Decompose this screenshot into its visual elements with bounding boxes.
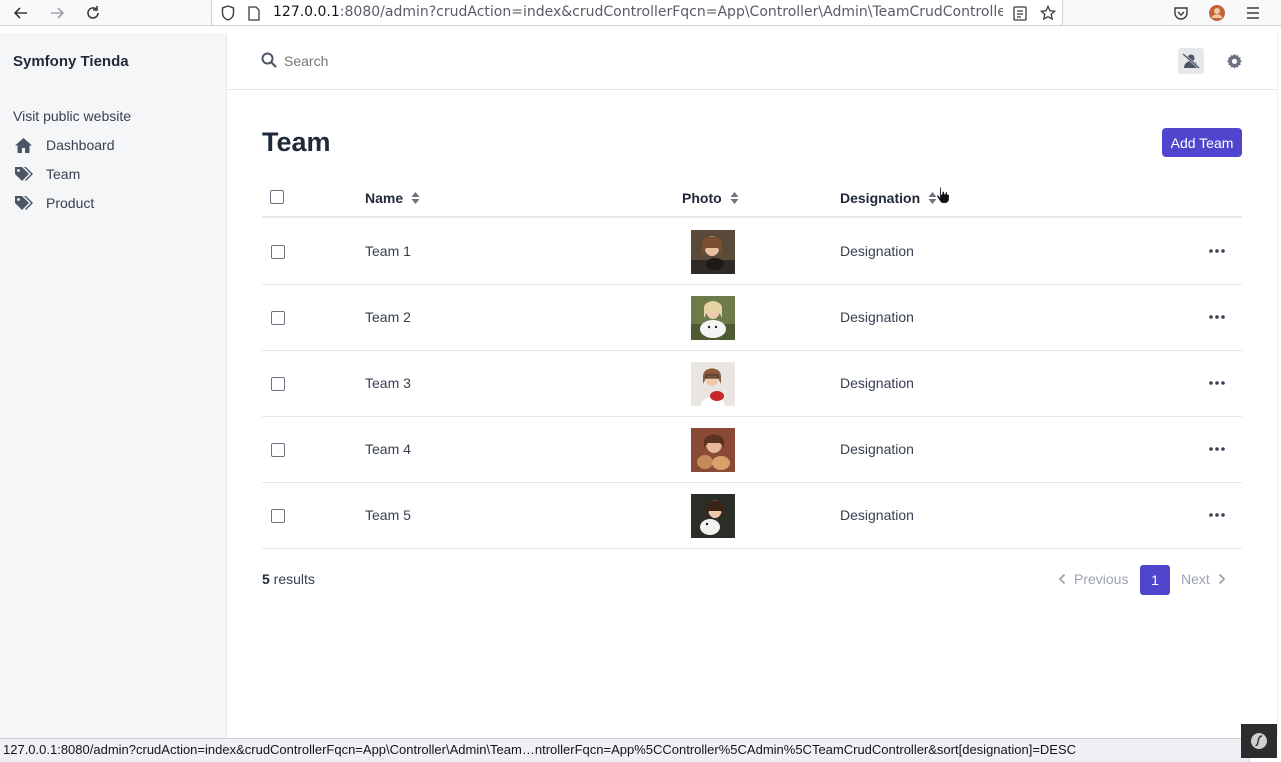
row-checkbox[interactable] [271, 245, 285, 259]
url-path: :8080/admin?crudAction=index&crudControl… [339, 4, 1003, 20]
sidebar-item-dashboard[interactable]: Dashboard [13, 134, 115, 156]
search-input[interactable] [284, 49, 684, 73]
select-all-checkbox[interactable] [270, 190, 284, 204]
page-icon[interactable] [245, 4, 263, 22]
team-name: Team 3 [365, 375, 411, 391]
hamburger-menu-icon[interactable] [1242, 2, 1264, 24]
hand-cursor-icon [935, 185, 951, 205]
tags-icon [13, 164, 33, 184]
sidebar: Symfony Tienda Visit public website Dash… [0, 33, 227, 738]
ellipsis-icon [1209, 447, 1225, 451]
row-checkbox[interactable] [271, 377, 285, 391]
sort-icon [411, 192, 420, 204]
gear-icon [1226, 53, 1242, 69]
row-checkbox[interactable] [271, 311, 285, 325]
chevron-right-icon [1218, 573, 1226, 585]
back-arrow-icon[interactable] [10, 2, 32, 24]
team-photo[interactable] [691, 362, 735, 406]
account-avatar-icon[interactable] [1206, 2, 1228, 24]
sidebar-item-label: Team [46, 166, 81, 182]
sort-icon [730, 192, 739, 204]
add-team-button[interactable]: Add Team [1162, 128, 1242, 157]
team-designation: Designation [840, 309, 914, 325]
pagination-previous[interactable]: Previous [1058, 571, 1128, 587]
reader-mode-icon[interactable] [1011, 4, 1029, 22]
visit-public-website-link[interactable]: Visit public website [13, 108, 131, 124]
sidebar-item-product[interactable]: Product [13, 192, 94, 214]
sidebar-item-team[interactable]: Team [13, 163, 80, 185]
sidebar-item-label: Product [46, 195, 95, 211]
ellipsis-icon [1209, 249, 1225, 253]
team-photo[interactable] [691, 428, 735, 472]
ellipsis-icon [1209, 315, 1225, 319]
results-number: 5 [262, 571, 270, 587]
bookmark-star-icon[interactable] [1039, 4, 1057, 22]
column-header-designation[interactable]: Designation [840, 190, 937, 206]
symfony-debug-toolbar-toggle[interactable] [1241, 724, 1277, 758]
ellipsis-icon [1209, 381, 1225, 385]
table-row: Team 3 Designation [262, 351, 1242, 417]
browser-status-bar: 127.0.0.1:8080/admin?crudAction=index&cr… [0, 738, 1250, 762]
row-actions-menu[interactable] [1208, 439, 1226, 459]
url-text[interactable]: 127.0.0.1:8080/admin?crudAction=index&cr… [273, 4, 1003, 20]
user-slash-icon [1182, 53, 1200, 69]
page-right-edge [1277, 33, 1281, 738]
pagination-next-label: Next [1181, 571, 1210, 587]
reload-icon[interactable] [82, 2, 104, 24]
forward-arrow-icon[interactable] [46, 2, 68, 24]
shield-icon[interactable] [219, 4, 237, 22]
table-header: Name Photo Designation [262, 180, 1242, 218]
pagination-page-1[interactable]: 1 [1140, 565, 1170, 595]
url-host: 127.0.0.1 [273, 4, 340, 20]
settings-button[interactable] [1224, 51, 1244, 71]
user-menu-button[interactable] [1178, 48, 1204, 74]
team-designation: Designation [840, 441, 914, 457]
team-name: Team 5 [365, 507, 411, 523]
team-name: Team 2 [365, 309, 411, 325]
team-designation: Designation [840, 375, 914, 391]
team-name: Team 4 [365, 441, 411, 457]
column-header-label: Photo [682, 190, 722, 206]
row-actions-menu[interactable] [1208, 241, 1226, 261]
browser-toolbar: 127.0.0.1:8080/admin?crudAction=index&cr… [0, 0, 1281, 26]
row-actions-menu[interactable] [1208, 505, 1226, 525]
page-title: Team [262, 127, 331, 157]
top-header [228, 33, 1277, 90]
column-header-label: Name [365, 190, 404, 206]
column-header-label: Designation [840, 190, 921, 206]
row-checkbox[interactable] [271, 509, 285, 523]
row-actions-menu[interactable] [1208, 373, 1226, 393]
table-row: Team 2 Designation [262, 285, 1242, 351]
pagination-previous-label: Previous [1074, 571, 1129, 587]
table-row: Team 1 Designation [262, 219, 1242, 285]
tags-icon [13, 193, 33, 213]
team-designation: Designation [840, 243, 914, 259]
ellipsis-icon [1209, 513, 1225, 517]
sidebar-item-label: Dashboard [46, 137, 115, 153]
results-count: 5 results [262, 571, 315, 587]
row-actions-menu[interactable] [1208, 307, 1226, 327]
symfony-logo-icon [1251, 733, 1267, 749]
pocket-icon[interactable] [1170, 2, 1192, 24]
team-photo[interactable] [691, 296, 735, 340]
search-icon [261, 52, 279, 70]
team-designation: Designation [840, 507, 914, 523]
team-name: Team 1 [365, 243, 411, 259]
results-label: results [269, 571, 315, 587]
column-header-photo[interactable]: Photo [682, 190, 739, 206]
column-header-name[interactable]: Name [365, 190, 420, 206]
home-icon [13, 135, 33, 155]
chevron-left-icon [1058, 573, 1066, 585]
brand-title[interactable]: Symfony Tienda [13, 53, 129, 70]
address-bar[interactable]: 127.0.0.1:8080/admin?crudAction=index&cr… [211, 0, 1063, 26]
table-row: Team 4 Designation [262, 417, 1242, 483]
team-photo[interactable] [691, 494, 735, 538]
table-row: Team 5 Designation [262, 483, 1242, 549]
pagination-next[interactable]: Next [1181, 571, 1226, 587]
team-photo[interactable] [691, 230, 735, 274]
row-checkbox[interactable] [271, 443, 285, 457]
